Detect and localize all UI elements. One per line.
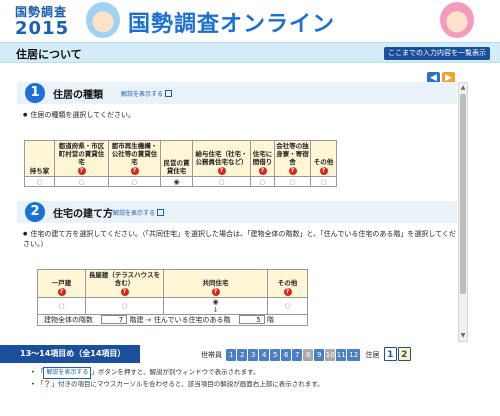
floors-unit: 階建 bbox=[129, 316, 144, 324]
radio-option[interactable]: ○ bbox=[108, 176, 161, 187]
option-header: 持ち家 bbox=[24, 140, 55, 177]
section-building-type: 2 住宅の建て方 解説を表示する bbox=[17, 201, 457, 223]
help-link-label[interactable]: 解説を表示する bbox=[113, 210, 155, 217]
help-question-icon[interactable]: ? bbox=[283, 288, 292, 296]
page-link[interactable]: 7 bbox=[292, 349, 303, 361]
radio-option[interactable]: ○ bbox=[192, 176, 251, 187]
help-question-icon[interactable]: ? bbox=[288, 167, 297, 175]
option-header: その他? bbox=[310, 140, 337, 177]
section-housing-type: 1 住居の種類 解説を表示する bbox=[17, 82, 457, 104]
option-header: 長屋建（テラスハウスを含む）? bbox=[85, 269, 164, 298]
option-header: その他? bbox=[267, 269, 308, 298]
radio-option[interactable]: ○ bbox=[85, 297, 164, 315]
my-floor-unit: 階 bbox=[266, 316, 274, 324]
right-arrow-icon: ➔ bbox=[145, 316, 152, 324]
page-titlebar: 住居について ここまでの入力内容を一覧表示 bbox=[0, 42, 500, 63]
radio-option-selected[interactable]: ◉ bbox=[160, 176, 193, 187]
help-question-icon[interactable]: ? bbox=[217, 167, 226, 175]
content-scrollbar[interactable]: ▲ ▼ bbox=[458, 82, 468, 342]
page-links: 世帯員 1 2 3 4 5 6 7 8 9 10 11 12 住居 12 bbox=[199, 347, 412, 361]
page-link[interactable]: 9 bbox=[314, 349, 325, 361]
help-question-icon[interactable]: ? bbox=[319, 167, 328, 175]
site-header: 国勢調査 2015 国勢調査オンライン bbox=[0, 0, 500, 42]
mascot-boy-icon bbox=[86, 2, 120, 38]
page-link[interactable]: 12 bbox=[347, 349, 361, 361]
section-number: 2 bbox=[25, 202, 45, 222]
option-header: 民営の賃貸住宅 bbox=[160, 140, 193, 177]
my-floor-select[interactable]: 5 bbox=[238, 315, 265, 324]
help-link[interactable]: 解説を表示する bbox=[113, 208, 165, 217]
residence-label: 住居 bbox=[365, 351, 380, 359]
note-help-tag: 解説を表示する bbox=[43, 367, 92, 379]
section-title: 住宅の建て方 bbox=[53, 209, 113, 220]
housing-type-table: 持ち家 都道府県・市区町村営の賃貸住宅? 都市再生機構・公社等の賃貸住宅? 民営… bbox=[24, 140, 337, 187]
page-link[interactable]: 11 bbox=[336, 349, 347, 361]
radio-option[interactable]: ○ bbox=[267, 297, 308, 315]
radio-option[interactable]: ○ bbox=[310, 176, 337, 187]
residence-page-current[interactable]: 2 bbox=[397, 347, 411, 361]
page-link[interactable]: 5 bbox=[270, 349, 281, 361]
option-header: 共同住宅? bbox=[163, 269, 268, 298]
floors-select[interactable]: 7 bbox=[101, 315, 128, 324]
section-title: 住居の種類 bbox=[53, 90, 103, 101]
instruction-text: 住居の種類を選択してください。 bbox=[23, 110, 457, 120]
scroll-down-icon[interactable]: ▼ bbox=[460, 332, 466, 340]
show-summary-button[interactable]: ここまでの入力内容を一覧表示 bbox=[384, 47, 490, 60]
note-line: • 「❓」付きの項目にマウスカーソルを合わせると、該当項目の解説が画面右上部に表… bbox=[31, 380, 324, 388]
option-header: 都市再生機構・公社等の賃貸住宅? bbox=[108, 140, 161, 177]
help-question-icon[interactable]: ? bbox=[57, 288, 66, 296]
note-text: ボタンを押すと、解説が別ウィンドウで表示されます。 bbox=[97, 368, 260, 376]
page-link[interactable]: 1 bbox=[226, 349, 237, 361]
page-title: 住居について bbox=[16, 48, 82, 61]
brand-title: 国勢調査オンライン bbox=[128, 12, 336, 37]
radio-option[interactable]: ○ bbox=[54, 176, 109, 187]
page-link[interactable]: 2 bbox=[237, 349, 248, 361]
building-type-table: 一戸建? 長屋建（テラスハウスを含む）? 共同住宅? その他? ○ ○ ◉ ↓ ○… bbox=[37, 269, 308, 326]
item-count: 13～14項目め（全14項目） bbox=[0, 345, 140, 363]
footer-notes: • 「解説を表示する 」ボタンを押すと、解説が別ウィンドウで表示されます。 • 「… bbox=[31, 367, 324, 389]
option-header: 会社等の独身寮・寄宿舎? bbox=[274, 140, 311, 177]
help-question-icon[interactable]: ? bbox=[77, 167, 86, 175]
household-label: 世帯員 bbox=[201, 351, 222, 359]
question-content: 1 住居の種類 解説を表示する 住居の種類を選択してください。 持ち家 都道府県… bbox=[17, 82, 457, 342]
option-header: 住宅に間借り? bbox=[250, 140, 275, 177]
census-logo: 国勢調査 2015 bbox=[15, 3, 93, 38]
page-link[interactable]: 6 bbox=[281, 349, 292, 361]
down-arrow-icon: ↓ bbox=[212, 306, 219, 314]
radio-option-selected[interactable]: ◉ ↓ bbox=[163, 297, 268, 315]
help-link[interactable]: 解説を表示する bbox=[121, 89, 173, 98]
pagination-bar: 13～14項目め（全14項目） 世帯員 1 2 3 4 5 6 7 8 9 10 11 12 住居 1… bbox=[0, 345, 500, 363]
scroll-up-icon[interactable]: ▲ bbox=[460, 84, 466, 92]
help-link-label[interactable]: 解説を表示する bbox=[121, 91, 163, 98]
help-question-icon[interactable]: ? bbox=[120, 288, 129, 296]
option-header: 給与住宅（社宅・公務員住宅など）? bbox=[192, 140, 251, 177]
radio-option[interactable]: ○ bbox=[37, 297, 86, 315]
external-window-icon bbox=[157, 209, 165, 216]
radio-option[interactable]: ○ bbox=[250, 176, 275, 187]
radio-option[interactable]: ○ bbox=[24, 176, 55, 187]
residence-page-link[interactable]: 1 bbox=[383, 347, 397, 361]
floor-selection-row: 建物全体の階数 7 階建 ➔ 住んでいる住宅のある階 5 階 bbox=[37, 314, 308, 326]
note-text: 「❓」付きの項目にマウスカーソルを合わせると、該当項目の解説が画面右上部に表示さ… bbox=[36, 380, 324, 388]
mascot-girl-icon bbox=[440, 2, 474, 38]
page-link[interactable]: 10 bbox=[325, 349, 336, 361]
option-header: 一戸建? bbox=[37, 269, 86, 298]
radio-option[interactable]: ○ bbox=[274, 176, 311, 187]
page-link[interactable]: 4 bbox=[259, 349, 270, 361]
help-question-icon[interactable]: ? bbox=[211, 288, 220, 296]
help-question-icon[interactable]: ? bbox=[130, 167, 139, 175]
instruction-text: 住宅の建て方を選択してください。（「共同住宅」を選択した場合は、「建物全体の階数… bbox=[23, 229, 457, 249]
floors-label: 建物全体の階数 bbox=[44, 316, 93, 324]
note-line: • 「解説を表示する 」ボタンを押すと、解説が別ウィンドウで表示されます。 bbox=[31, 367, 324, 379]
scroll-thumb[interactable] bbox=[460, 94, 466, 294]
page-link[interactable]: 8 bbox=[303, 349, 314, 361]
page-link[interactable]: 3 bbox=[248, 349, 259, 361]
help-question-icon[interactable]: ? bbox=[258, 167, 267, 175]
my-floor-label: 住んでいる住宅のある階 bbox=[153, 316, 231, 324]
external-window-icon bbox=[165, 90, 173, 97]
logo-year: 2015 bbox=[15, 18, 70, 39]
option-header: 都道府県・市区町村営の賃貸住宅? bbox=[54, 140, 109, 177]
section-number: 1 bbox=[25, 83, 45, 103]
